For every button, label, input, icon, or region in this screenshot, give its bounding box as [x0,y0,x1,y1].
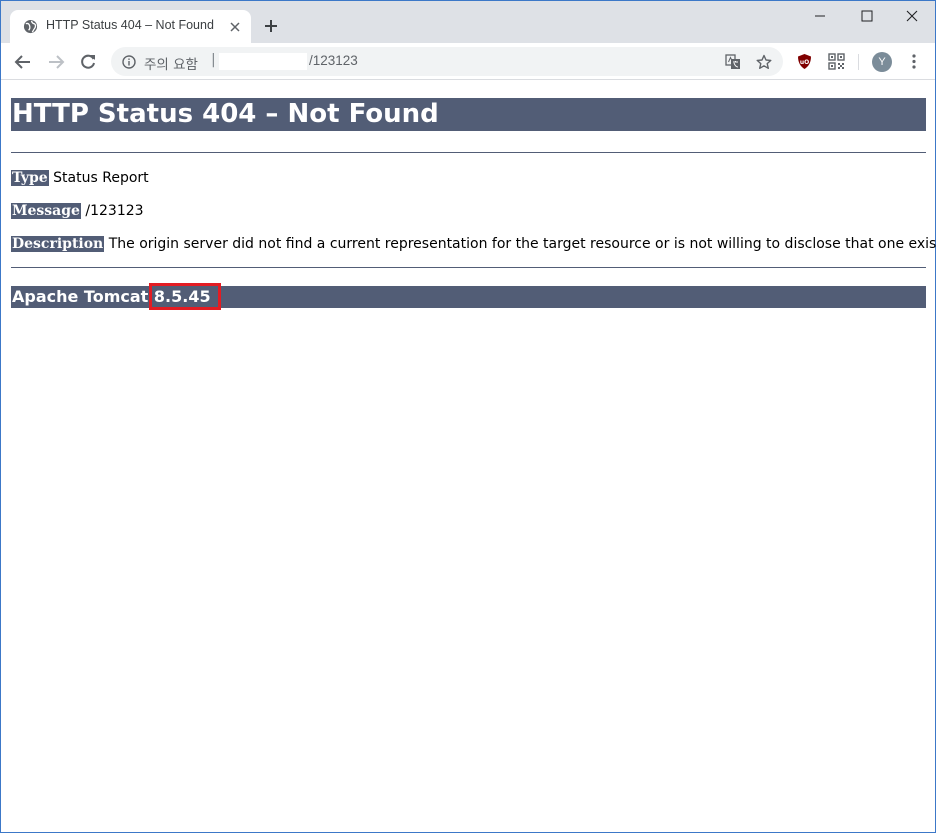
globe-icon [23,19,38,34]
maximize-icon[interactable] [843,1,889,31]
page-title: HTTP Status 404 – Not Found [11,98,926,131]
browser-tab[interactable]: HTTP Status 404 – Not Found [10,10,251,43]
version-highlight-box [149,283,221,310]
message-value: /123123 [85,203,144,219]
profile-avatar[interactable]: Y [872,52,892,72]
qr-code-icon[interactable] [828,53,845,70]
translate-icon[interactable] [725,54,741,70]
server-footer: Apache Tomcat 8.5.45 [11,283,926,310]
description-label: Description [11,236,105,252]
window-close-icon[interactable] [889,1,935,31]
page-content: HTTP Status 404 – Not Found Type Status … [11,98,936,310]
tab-title: HTTP Status 404 – Not Found [46,18,214,32]
info-icon[interactable] [122,55,136,69]
type-value: Status Report [53,170,149,186]
browser-toolbar: 주의 요함 | /123123 uO Y [1,43,935,80]
url-path[interactable]: /123123 [309,53,358,68]
toolbar-divider [858,54,859,70]
reload-icon[interactable] [78,52,98,72]
type-row: Type Status Report [11,169,926,187]
star-icon[interactable] [756,54,772,70]
minimize-icon[interactable] [797,1,843,31]
plus-icon[interactable] [263,18,279,34]
redacted-host [219,53,307,70]
back-icon[interactable] [13,52,33,72]
kebab-menu-icon[interactable] [907,53,921,70]
close-icon[interactable] [228,20,242,34]
server-name: Apache Tomcat [12,287,149,306]
description-value: The origin server did not find a current… [108,236,936,252]
message-row: Message /123123 [11,202,926,220]
divider [11,152,926,153]
forward-icon[interactable] [46,52,66,72]
message-label: Message [11,203,81,219]
address-bar[interactable]: 주의 요함 | /123123 [111,47,783,76]
url-separator: | [211,52,216,68]
svg-text:uO: uO [800,59,809,66]
description-row: Description The origin server did not fi… [11,235,936,253]
security-warning-label[interactable]: 주의 요함 [144,53,198,73]
divider [11,267,926,268]
tab-strip: HTTP Status 404 – Not Found [1,1,935,43]
type-label: Type [11,170,49,186]
ublock-icon[interactable]: uO [796,53,813,70]
